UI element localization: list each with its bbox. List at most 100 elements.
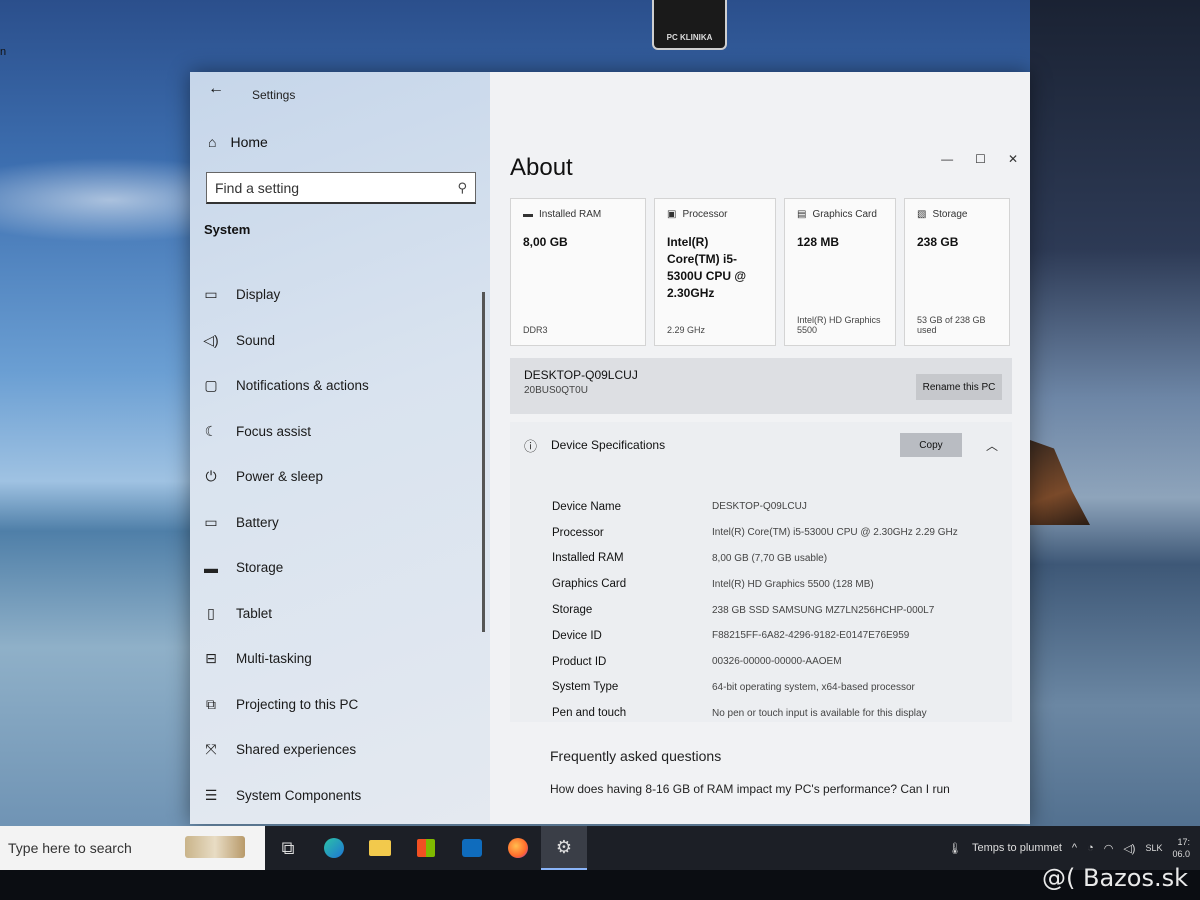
spec-value: Intel(R) HD Graphics 5500 (128 MB) (712, 578, 874, 590)
spec-value: No pen or touch input is available for t… (712, 707, 927, 719)
settings-window: ← Settings ⌂ Home ⚲ System ▭ Display ◁) … (190, 72, 1030, 824)
spec-row: Graphics Card Intel(R) HD Graphics 5500 (… (552, 571, 992, 597)
card-subtext: Intel(R) HD Graphics 5500 (797, 315, 881, 335)
settings-search-input[interactable] (215, 179, 458, 196)
device-specifications-header[interactable]: ⓘ Device Specifications Copy ︿ (510, 422, 1012, 468)
sidebar-item-tablet[interactable]: ▯ Tablet (200, 591, 480, 637)
search-highlight-image (185, 836, 245, 858)
spec-row: System Type 64-bit operating system, x64-… (552, 675, 992, 701)
sidebar-item-label: Sound (236, 332, 276, 348)
settings-gear-icon[interactable]: ⚙ (541, 826, 587, 870)
sidebar-item-label: Shared experiences (236, 742, 357, 758)
sidebar-item-focus-assist[interactable]: ☾ Focus assist (200, 409, 480, 455)
spec-row: Device ID F88215FF-6A82-4296-9182-E0147E7… (552, 623, 992, 649)
language-indicator[interactable]: SLK (1145, 843, 1162, 853)
spec-key: Device ID (552, 629, 602, 642)
minimize-icon[interactable]: — (941, 152, 953, 166)
settings-search-box[interactable]: ⚲ (206, 172, 476, 204)
desktop-corner-text: n (0, 46, 7, 58)
weather-text[interactable]: Temps to plummet (972, 842, 1062, 854)
sidebar-item-label: Storage (236, 560, 284, 576)
sidebar-item-notifications[interactable]: ▢ Notifications & actions (200, 363, 480, 409)
card-label: Storage (932, 209, 968, 220)
sidebar-item-label: Battery (236, 514, 279, 530)
home-icon: ⌂ (208, 134, 217, 150)
copy-button[interactable]: Copy (899, 433, 962, 457)
sidebar-item-shared-experiences[interactable]: ⤧ Shared experiences (200, 727, 480, 773)
card-label: Installed RAM (539, 209, 602, 220)
spec-row: Processor Intel(R) Core(TM) i5-5300U CPU … (552, 520, 992, 546)
sidebar-nav: ▭ Display ◁) Sound ▢ Notifications & act… (200, 272, 480, 818)
close-icon[interactable]: ✕ (1008, 152, 1018, 166)
device-specifications-title: Device Specifications (551, 438, 666, 452)
sidebar-item-sound[interactable]: ◁) Sound (200, 318, 480, 364)
sidebar-item-label: System Components (236, 787, 362, 803)
ram-card: ▬ Installed RAM 8,00 GB DDR3 (510, 198, 646, 346)
thermometer-icon[interactable]: 🌡 (948, 842, 962, 855)
spec-key: Device Name (552, 500, 622, 513)
sidebar-item-projecting[interactable]: ⧉ Projecting to this PC (200, 682, 480, 728)
shared-icon: ⤧ (205, 741, 217, 758)
monitor-icon: ▭ (204, 286, 218, 303)
storage-card: ▧ Storage 238 GB 53 GB of 238 GB used (904, 198, 1010, 346)
sidebar-scrollbar[interactable] (482, 292, 485, 632)
chevron-up-tray-icon[interactable]: ^ (1072, 842, 1077, 854)
clock-date: 06.0 (1172, 849, 1190, 859)
storage-icon: ▬ (204, 559, 218, 576)
spec-value: 00326-00000-00000-AAOEM (712, 656, 842, 668)
card-subtext: 53 GB of 238 GB used (917, 315, 986, 335)
wifi-icon[interactable]: ◠ (1104, 842, 1114, 855)
home-label: Home (230, 134, 268, 150)
graphics-card-icon: ▤ (797, 209, 807, 220)
edge-browser-icon[interactable] (311, 826, 357, 870)
volume-icon[interactable]: ◁) (1123, 842, 1135, 855)
card-subtext: DDR3 (523, 325, 548, 335)
sidebar-item-display[interactable]: ▭ Display (200, 272, 480, 318)
firefox-icon[interactable] (495, 826, 541, 870)
section-heading: System (204, 222, 251, 237)
spec-key: Product ID (552, 655, 607, 668)
maximize-icon[interactable]: ☐ (975, 152, 986, 166)
spec-value: 8,00 GB (7,70 GB usable) (712, 552, 828, 564)
sidebar-item-battery[interactable]: ▭ Battery (200, 500, 480, 546)
about-content: — ☐ ✕ About ▬ Installed RAM 8,00 GB DDR3 … (490, 72, 1030, 824)
spec-key: Pen and touch (552, 707, 627, 720)
sidebar-item-label: Multi-tasking (236, 651, 312, 667)
graphics-card-card: ▤ Graphics Card 128 MB Intel(R) HD Graphi… (784, 198, 896, 346)
spec-value: DESKTOP-Q09LCUJ (712, 501, 807, 513)
processor-card: ▣ Processor Intel(R) Core(TM) i5-5300U CP… (654, 198, 776, 346)
clock[interactable]: 17: 06.0 (1172, 836, 1190, 860)
power-icon: ⏻ (205, 468, 217, 485)
spec-value: Intel(R) Core(TM) i5-5300U CPU @ 2.30GHz… (712, 527, 958, 539)
microsoft-store-icon[interactable] (403, 826, 449, 870)
outlook-icon[interactable] (449, 826, 495, 870)
spec-row: Device Name DESKTOP-Q09LCUJ (552, 494, 992, 520)
card-subtext: 2.29 GHz (667, 325, 706, 335)
sidebar-item-multitasking[interactable]: ⊟ Multi-tasking (200, 636, 480, 682)
taskbar-search-box[interactable]: Type here to search (0, 826, 265, 870)
sidebar-item-power-sleep[interactable]: ⏻ Power & sleep (200, 454, 480, 500)
sidebar-item-label: Display (236, 287, 281, 303)
faq-question-link[interactable]: How does having 8-16 GB of RAM impact my… (550, 782, 990, 796)
card-label: Processor (682, 209, 728, 220)
search-icon[interactable]: ⚲ (457, 180, 467, 196)
clock-time: 17: (1177, 837, 1190, 847)
taskbar-search-text[interactable]: Type here to search (8, 840, 132, 856)
home-link[interactable]: ⌂ Home (208, 134, 268, 150)
rename-pc-button[interactable]: Rename this PC (916, 374, 1002, 400)
sidebar-item-storage[interactable]: ▬ Storage (200, 545, 480, 591)
spec-key: Installed RAM (552, 552, 624, 565)
pc-name-bar: DESKTOP-Q09LCUJ 20BUS0QT0U Rename this P… (510, 358, 1012, 414)
spec-value: 64-bit operating system, x64-based proce… (712, 681, 915, 693)
spec-key: Processor (552, 526, 604, 539)
sidebar-item-system-components[interactable]: ☰ System Components (200, 773, 480, 819)
file-explorer-icon[interactable] (357, 826, 403, 870)
speaker-icon: ◁) (203, 331, 219, 348)
spec-value: 238 GB SSD SAMSUNG MZ7LN256HCHP-000L7 (712, 604, 935, 616)
taskbar: Type here to search ⧉ ⚙ 🌡 Temps to plumm… (0, 826, 1200, 870)
task-view-icon[interactable]: ⧉ (265, 826, 311, 870)
sidebar-item-label: Power & sleep (236, 469, 324, 485)
network-icon[interactable]: ◔ (1087, 842, 1094, 854)
chevron-up-icon[interactable]: ︿ (986, 437, 998, 454)
back-arrow-icon[interactable]: ← (208, 80, 224, 98)
